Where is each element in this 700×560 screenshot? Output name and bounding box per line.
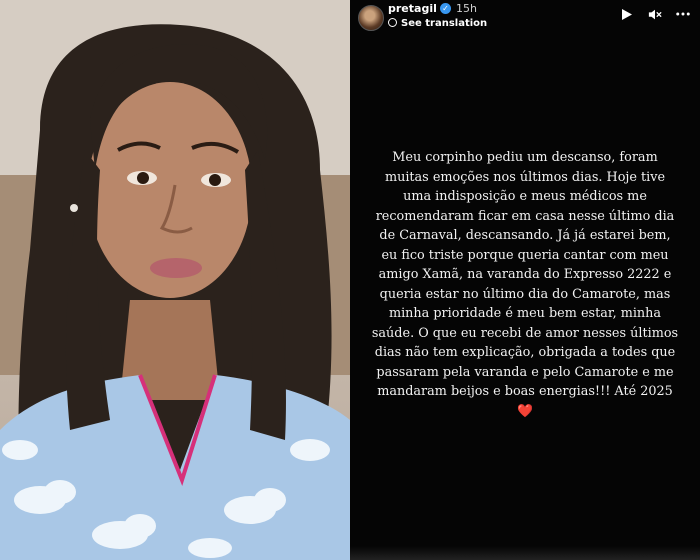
- story-message: Meu corpinho pediu um descanso, foram mu…: [370, 148, 680, 421]
- globe-icon: [388, 18, 397, 27]
- earring: [70, 204, 78, 212]
- heart-emoji: ❤️: [517, 403, 533, 419]
- screenshot-frame: pretagil ✓ 15h See translation Meu corpi…: [0, 0, 700, 560]
- bottom-fade: [350, 546, 700, 560]
- story-message-text: Meu corpinho pediu um descanso, foram mu…: [371, 150, 679, 399]
- story-header: pretagil ✓ 15h See translation: [350, 0, 700, 36]
- mute-icon[interactable]: [648, 7, 662, 21]
- post-time: 15h: [456, 2, 477, 15]
- see-translation-link[interactable]: See translation: [388, 18, 487, 29]
- story-controls: [620, 7, 690, 21]
- selfie-illustration: [0, 0, 350, 560]
- left-pupil: [137, 172, 149, 184]
- username[interactable]: pretagil: [388, 2, 437, 15]
- story-panel: pretagil ✓ 15h See translation Meu corpi…: [350, 0, 700, 560]
- more-icon[interactable]: [676, 7, 690, 21]
- selfie-photo: [0, 0, 350, 560]
- verified-icon: ✓: [440, 3, 451, 14]
- lips: [150, 258, 202, 278]
- avatar[interactable]: [358, 5, 384, 31]
- see-translation-label: See translation: [401, 18, 488, 29]
- play-icon[interactable]: [620, 7, 634, 21]
- right-pupil: [209, 174, 221, 186]
